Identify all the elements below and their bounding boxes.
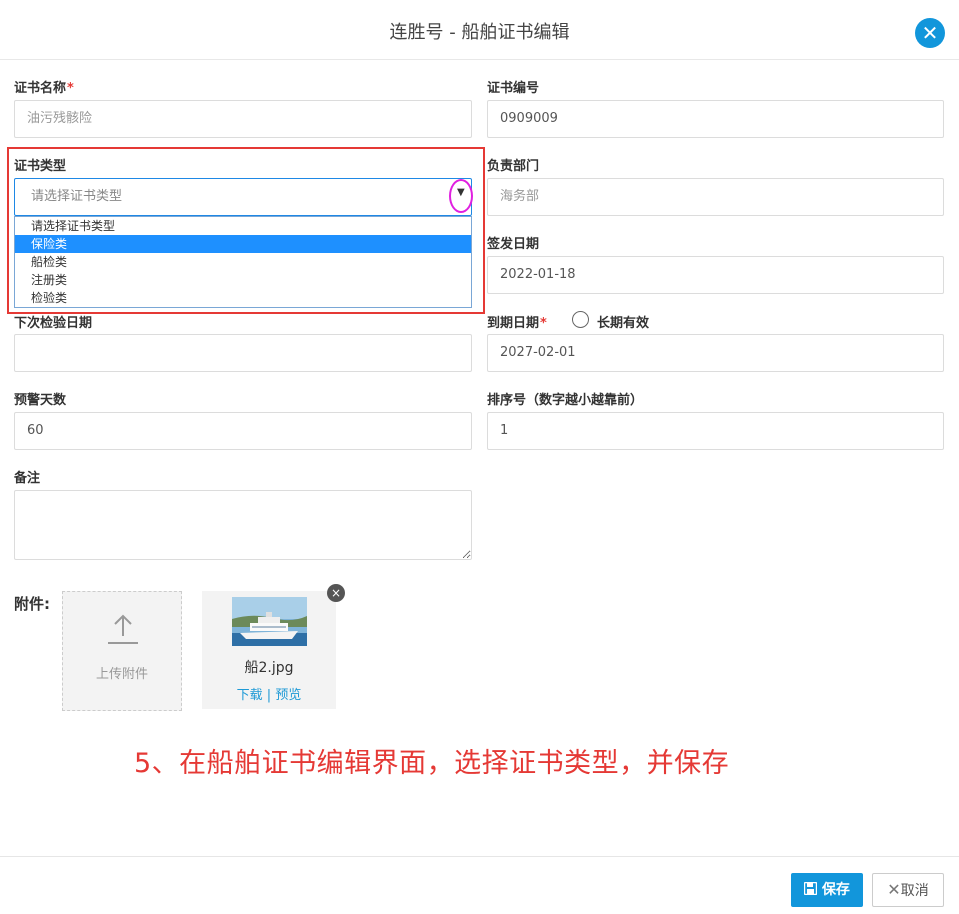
expiry-date-input[interactable]: 2027-02-01	[487, 334, 944, 372]
tutorial-annotation: 5、在船舶证书编辑界面，选择证书类型，并保存	[134, 748, 730, 779]
close-icon[interactable]: ✕	[915, 18, 945, 48]
cancel-button[interactable]: ✕取消	[872, 873, 944, 907]
cert-no-label: 证书编号	[487, 81, 540, 96]
sort-no-input[interactable]: 1	[487, 412, 944, 450]
issue-date-input[interactable]: 2022-01-18	[487, 256, 944, 294]
notes-label: 备注	[14, 471, 41, 486]
next-inspection-input[interactable]	[14, 334, 472, 372]
file-name: 船2.jpg	[244, 660, 294, 676]
attachments-label: 附件:	[14, 595, 50, 613]
long-term-radio[interactable]	[572, 311, 589, 328]
dialog-header: 连胜号 - 船舶证书编辑	[0, 0, 959, 60]
file-links: 下载 | 预览	[202, 684, 336, 703]
dialog-title: 连胜号 - 船舶证书编辑	[389, 22, 570, 43]
department-input[interactable]: 海务部	[487, 178, 944, 216]
ship-thumbnail-image[interactable]	[232, 597, 307, 646]
save-label: 保存	[821, 882, 850, 898]
save-button[interactable]: 保存	[791, 873, 863, 907]
attachment-card: 船2.jpg 下载 | 预览	[202, 591, 336, 709]
warning-days-input[interactable]: 60	[14, 412, 472, 450]
expiry-date-label: 到期日期*	[487, 316, 547, 331]
upload-label: 上传附件	[95, 667, 148, 682]
sort-no-label: 排序号（数字越小越靠前）	[487, 393, 644, 408]
save-icon	[803, 881, 822, 898]
cancel-label: 取消	[900, 883, 929, 899]
download-link[interactable]: 下载	[237, 688, 263, 703]
remove-attachment-icon[interactable]: ×	[327, 584, 345, 602]
notes-textarea[interactable]	[14, 490, 472, 560]
warning-days-label: 预警天数	[14, 393, 67, 408]
annotation-highlight-box	[7, 147, 485, 314]
close-icon: ✕	[887, 880, 901, 899]
cert-name-input[interactable]: 油污残骸险	[14, 100, 472, 138]
cert-name-label: 证书名称*	[14, 81, 74, 96]
department-label: 负责部门	[487, 159, 540, 174]
long-term-label: 长期有效	[597, 316, 650, 331]
upload-icon	[108, 614, 138, 644]
link-separator: |	[266, 688, 272, 703]
issue-date-label: 签发日期	[487, 237, 540, 252]
next-inspection-label: 下次检验日期	[14, 316, 93, 331]
upload-attachment-button[interactable]: 上传附件	[62, 591, 182, 711]
cert-no-input[interactable]: 0909009	[487, 100, 944, 138]
preview-link[interactable]: 预览	[275, 688, 301, 703]
